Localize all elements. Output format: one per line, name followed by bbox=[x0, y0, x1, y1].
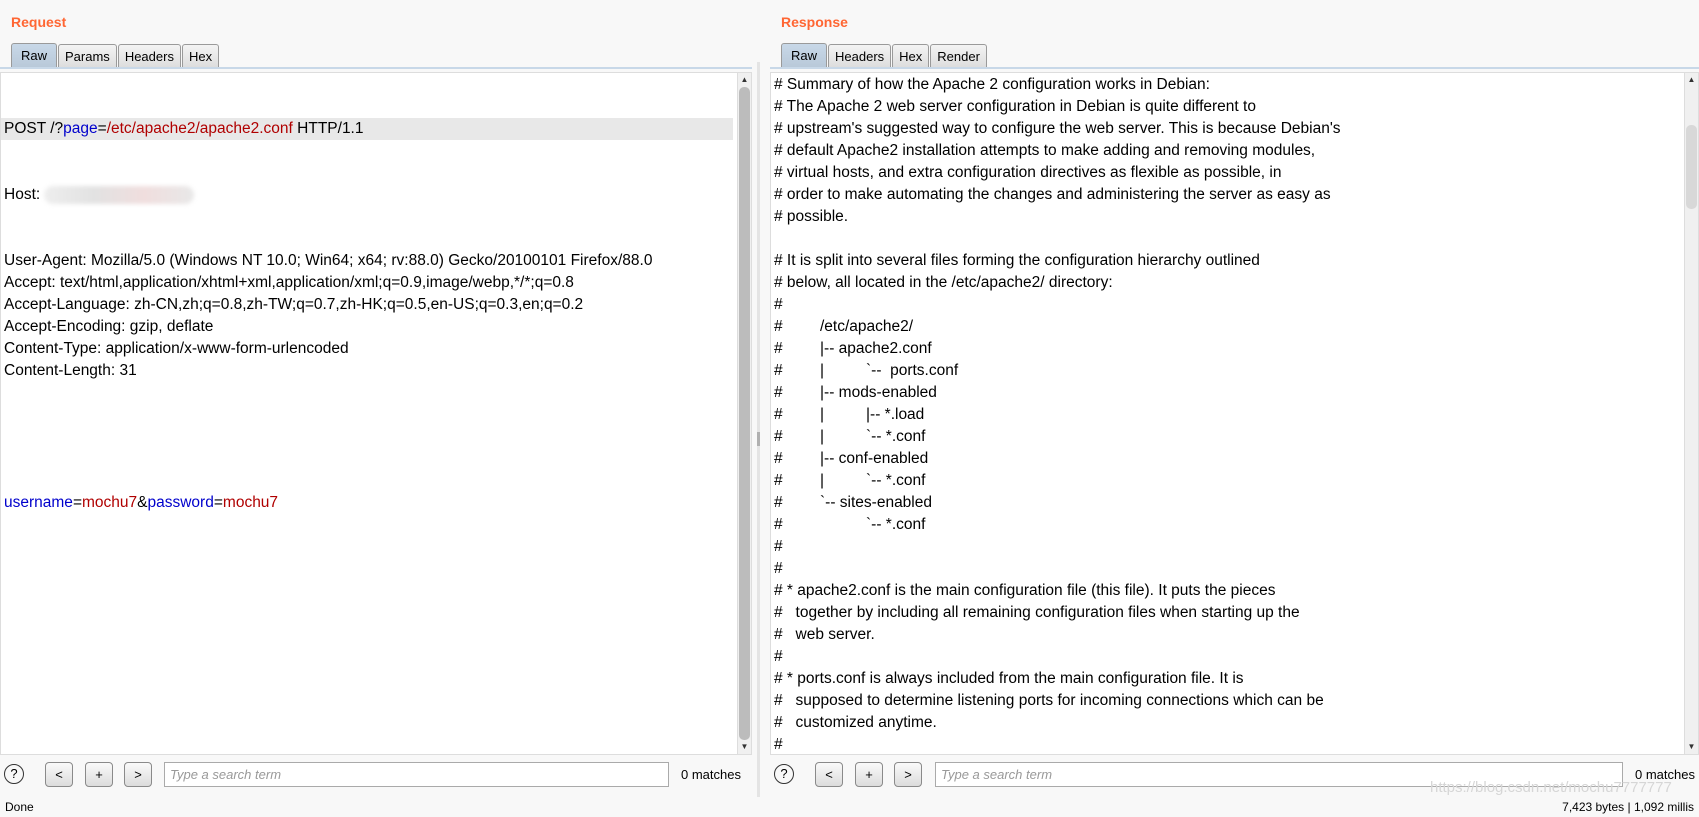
request-search-bar: ? < + > Type a search term 0 matches bbox=[0, 761, 752, 787]
add-button[interactable]: + bbox=[85, 762, 113, 787]
tab-divider bbox=[0, 67, 752, 69]
scroll-down-arrow-icon[interactable]: ▼ bbox=[738, 740, 751, 754]
response-line: # supposed to determine listening ports … bbox=[774, 692, 1324, 709]
response-line: # |-- mods-enabled bbox=[774, 384, 937, 401]
response-line: # | |-- *.load bbox=[774, 406, 925, 423]
response-line: # bbox=[774, 538, 783, 555]
previous-match-button[interactable]: < bbox=[45, 762, 73, 787]
split-divider[interactable] bbox=[757, 62, 760, 797]
response-line: # bbox=[774, 560, 783, 577]
param-name: page bbox=[63, 120, 98, 137]
scroll-thumb[interactable] bbox=[739, 87, 750, 740]
response-line: # `-- *.conf bbox=[774, 516, 926, 533]
response-scrollbar[interactable]: ▲ ▼ bbox=[1684, 73, 1698, 754]
response-line: # `-- sites-enabled bbox=[774, 494, 932, 511]
tab-headers[interactable]: Headers bbox=[117, 44, 181, 68]
response-line: # Summary of how the Apache 2 configurat… bbox=[774, 76, 1210, 93]
help-icon[interactable]: ? bbox=[4, 764, 24, 784]
param-value: mochu7 bbox=[222, 494, 279, 511]
response-panel: Response Raw Headers Hex Render # Summar… bbox=[770, 0, 1699, 797]
tab-render[interactable]: Render bbox=[930, 44, 987, 68]
host-label: Host: bbox=[4, 186, 45, 203]
param-name: username bbox=[4, 494, 73, 511]
response-line: # together by including all remaining co… bbox=[774, 604, 1300, 621]
response-editor[interactable]: # Summary of how the Apache 2 configurat… bbox=[770, 72, 1699, 755]
response-line: # * apache2.conf is the main configurati… bbox=[774, 582, 1276, 599]
request-editor[interactable]: POST /?page=/etc/apache2/apache2.conf HT… bbox=[0, 72, 752, 755]
text-segment: HTTP/1.1 bbox=[292, 120, 364, 137]
response-line: # order to make automating the changes a… bbox=[774, 186, 1331, 203]
scroll-up-arrow-icon[interactable]: ▲ bbox=[738, 73, 751, 87]
redacted-host bbox=[44, 185, 195, 204]
response-line: # /etc/apache2/ bbox=[774, 318, 914, 335]
header-line: Accept-Encoding: gzip, deflate bbox=[4, 318, 214, 335]
header-line: Content-Length: 31 bbox=[4, 362, 137, 379]
response-line: # web server. bbox=[774, 626, 875, 643]
text-segment: = bbox=[72, 494, 82, 511]
tab-divider bbox=[770, 67, 1699, 69]
scroll-down-arrow-icon[interactable]: ▼ bbox=[1685, 740, 1698, 754]
param-name: password bbox=[147, 494, 214, 511]
host-header: Host: bbox=[4, 184, 733, 206]
response-line bbox=[774, 228, 1680, 250]
response-tabs: Raw Headers Hex Render bbox=[781, 43, 988, 68]
response-line: # | `-- *.conf bbox=[774, 428, 926, 445]
text-segment: = bbox=[97, 120, 107, 137]
response-line: # bbox=[774, 736, 783, 753]
response-line: # | `-- *.conf bbox=[774, 472, 926, 489]
text-segment: & bbox=[137, 494, 148, 511]
request-scrollbar[interactable]: ▲ ▼ bbox=[737, 73, 751, 754]
response-line: # virtual hosts, and extra configuration… bbox=[774, 164, 1282, 181]
previous-match-button[interactable]: < bbox=[815, 762, 843, 787]
status-bar: https://blog.csdn.net/mochu7777777 Done … bbox=[0, 779, 1699, 817]
response-line: # bbox=[774, 648, 783, 665]
response-line: # |-- conf-enabled bbox=[774, 450, 929, 467]
response-line: # |-- apache2.conf bbox=[774, 340, 932, 357]
add-button[interactable]: + bbox=[855, 762, 883, 787]
tab-headers[interactable]: Headers bbox=[828, 44, 892, 68]
header-line: Accept-Language: zh-CN,zh;q=0.8,zh-TW;q=… bbox=[4, 296, 584, 313]
response-line: # * ports.conf is always included from t… bbox=[774, 670, 1244, 687]
watermark: https://blog.csdn.net/mochu7777777 bbox=[1430, 779, 1672, 796]
header-line: User-Agent: Mozilla/5.0 (Windows NT 10.0… bbox=[4, 252, 653, 269]
response-title: Response bbox=[781, 14, 848, 30]
tab-raw[interactable]: Raw bbox=[11, 43, 58, 68]
param-value: /etc/apache2/apache2.conf bbox=[106, 120, 293, 137]
param-value: mochu7 bbox=[82, 494, 138, 511]
search-input[interactable]: Type a search term bbox=[164, 762, 669, 787]
next-match-button[interactable]: > bbox=[124, 762, 152, 787]
scroll-thumb[interactable] bbox=[1686, 125, 1697, 209]
next-match-button[interactable]: > bbox=[894, 762, 922, 787]
response-line: # customized anytime. bbox=[774, 714, 937, 731]
tab-hex[interactable]: Hex bbox=[892, 44, 930, 68]
request-body: username=mochu7&password=mochu7 bbox=[4, 492, 733, 514]
response-line: # below, all located in the /etc/apache2… bbox=[774, 274, 1113, 291]
match-count: 0 matches bbox=[681, 767, 741, 782]
request-line: POST /?page=/etc/apache2/apache2.conf HT… bbox=[1, 118, 733, 140]
scroll-up-arrow-icon[interactable]: ▲ bbox=[1685, 73, 1698, 87]
response-stats: 7,423 bytes | 1,092 millis bbox=[1562, 800, 1694, 814]
header-line: Content-Type: application/x-www-form-url… bbox=[4, 340, 349, 357]
tab-params[interactable]: Params bbox=[58, 44, 117, 68]
response-line: # The Apache 2 web server configuration … bbox=[774, 98, 1256, 115]
text-segment: = bbox=[213, 494, 223, 511]
request-panel: Request Raw Params Headers Hex POST /?pa… bbox=[0, 0, 752, 797]
response-line: # upstream's suggested way to configure … bbox=[774, 120, 1341, 137]
response-line: # bbox=[774, 296, 783, 313]
help-icon[interactable]: ? bbox=[774, 764, 794, 784]
tab-hex[interactable]: Hex bbox=[181, 44, 220, 68]
response-line: # | `-- ports.conf bbox=[774, 362, 959, 379]
request-title: Request bbox=[11, 14, 67, 30]
header-line: Accept: text/html,application/xhtml+xml,… bbox=[4, 274, 574, 291]
text-segment: POST /? bbox=[4, 120, 64, 137]
tab-raw[interactable]: Raw bbox=[781, 43, 828, 68]
request-tabs: Raw Params Headers Hex bbox=[11, 43, 220, 68]
status-text: Done bbox=[5, 800, 34, 814]
response-line: # It is split into several files forming… bbox=[774, 252, 1260, 269]
response-line: # default Apache2 installation attempts … bbox=[774, 142, 1316, 159]
response-line: # possible. bbox=[774, 208, 849, 225]
